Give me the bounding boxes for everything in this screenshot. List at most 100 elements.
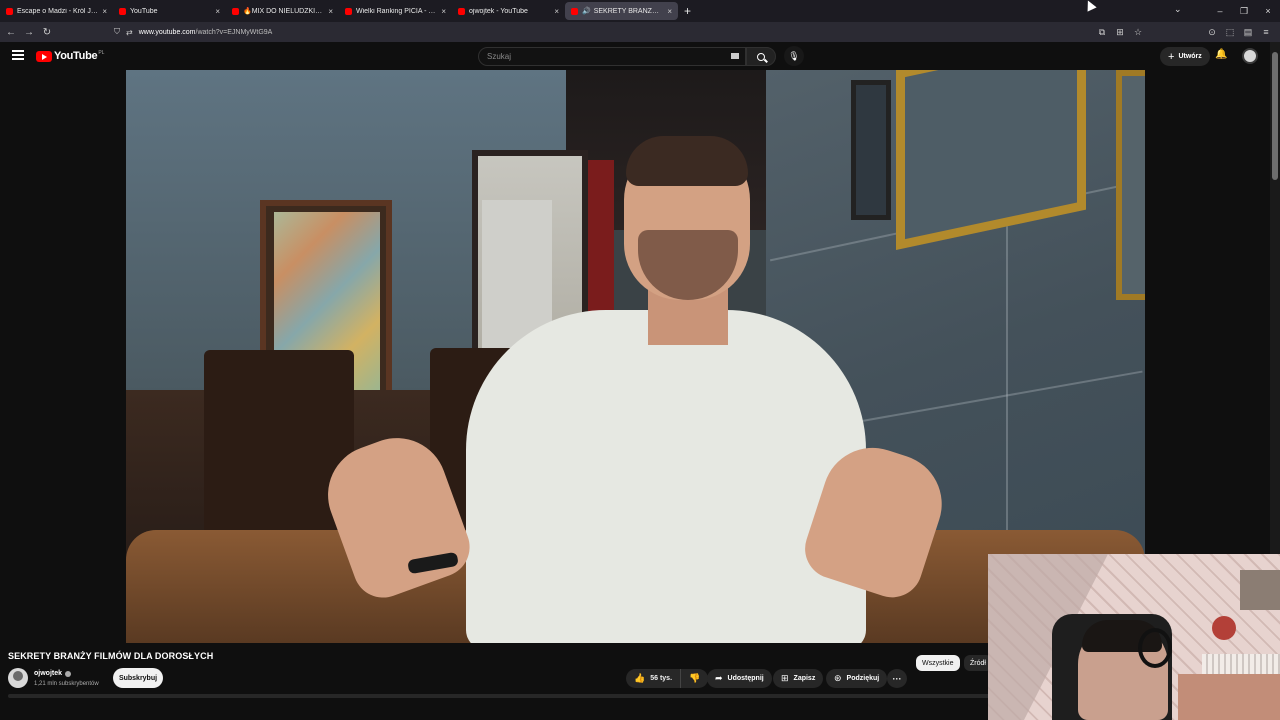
keyboard-icon[interactable]: [731, 53, 739, 59]
browser-tab[interactable]: YouTube ×: [113, 2, 226, 20]
voice-search-button[interactable]: 🎙: [784, 46, 804, 66]
thumbs-up-icon: 👍: [634, 673, 646, 683]
tab-label: 🔥MIX DO NIELUDZKIEJ PRACY: [243, 8, 324, 15]
reload-button[interactable]: ↻: [38, 27, 56, 38]
url-path: /watch?v=EJNMyWtG9A: [195, 28, 273, 36]
video-title: SEKRETY BRANŻY FILMÓW DLA DOROSŁYCH: [8, 651, 214, 661]
channel-avatar[interactable]: [8, 668, 28, 688]
save-button[interactable]: ⊞ Zapisz: [773, 669, 824, 688]
bookmark-star-icon[interactable]: ☆: [1132, 27, 1144, 38]
video-presenter-shirt: [466, 310, 866, 643]
window-controls: – ❐ ×: [1208, 0, 1280, 22]
video-scene-frame: [851, 80, 891, 220]
browser-tab[interactable]: Escape o Madzi - Król Julian & ×: [0, 2, 113, 20]
back-button[interactable]: ←: [2, 27, 20, 38]
url-host: www.youtube.com: [138, 28, 196, 36]
dislike-button[interactable]: 👎: [681, 669, 708, 688]
menu-hamburger-icon[interactable]: [12, 50, 24, 60]
like-button[interactable]: 👍 56 tys.: [626, 669, 682, 688]
search-button[interactable]: [746, 47, 776, 66]
youtube-logo[interactable]: YouTube PL: [36, 50, 104, 62]
chip-all[interactable]: Wszystkie: [916, 655, 960, 671]
search-icon: [757, 52, 765, 61]
webcam-shelf: [1240, 570, 1280, 610]
mic-icon: 🎙: [788, 50, 800, 61]
shield-icon[interactable]: ⛉: [114, 27, 120, 37]
create-button[interactable]: + Utwórz: [1160, 47, 1210, 66]
tab-close-icon[interactable]: ×: [328, 7, 333, 16]
tab-close-icon[interactable]: ×: [215, 7, 220, 16]
like-dislike-group: 👍 56 tys. 👎: [626, 669, 709, 688]
tab-label: YouTube: [130, 7, 158, 15]
browser-tab[interactable]: Wielki Ranking PICIA - CZEGO ×: [339, 2, 452, 20]
share-label: Udostępnij: [727, 675, 764, 682]
tab-close-icon[interactable]: ×: [441, 7, 446, 16]
app-menu-icon[interactable]: ≡: [1260, 27, 1272, 37]
list-tabs-chevron-icon[interactable]: ⌄: [1174, 4, 1182, 15]
tab-label: ojwojtek - YouTube: [469, 7, 528, 15]
tab-close-icon[interactable]: ×: [102, 7, 107, 16]
thanks-icon: ⊛: [834, 673, 842, 683]
youtube-favicon-icon: [6, 7, 13, 15]
youtube-favicon-icon: [458, 7, 465, 15]
logo-text: YouTube: [54, 50, 98, 62]
video-scene-chair: [204, 350, 354, 550]
save-icon: ⊞: [781, 673, 789, 683]
channel-name-row[interactable]: ojwojtek: [34, 670, 72, 677]
description-box-edge: [8, 694, 992, 698]
permissions-icon[interactable]: ⇄: [126, 28, 133, 37]
webcam-overlay: [988, 554, 1280, 720]
subscribe-button[interactable]: Subskrybuj: [113, 668, 163, 688]
account-icon[interactable]: ⊙: [1206, 27, 1218, 38]
tab-label: SEKRETY BRANŻY FILMÓW: [593, 7, 664, 15]
search-input[interactable]: [487, 52, 717, 61]
youtube-favicon-icon: [119, 7, 126, 15]
forward-button[interactable]: →: [20, 27, 38, 38]
youtube-favicon-icon: [232, 7, 239, 15]
thumbs-down-icon: 👎: [689, 673, 701, 683]
picture-in-picture-icon[interactable]: ⧉: [1096, 27, 1108, 38]
thanks-button[interactable]: ⊛ Podziękuj: [826, 669, 888, 688]
browser-tab[interactable]: 🔥MIX DO NIELUDZKIEJ PRACY ×: [226, 2, 339, 20]
video-scene-gold-frame: [1116, 70, 1145, 300]
webcam-bed: [1178, 674, 1280, 720]
close-window-button[interactable]: ×: [1256, 6, 1280, 16]
verified-badge-icon: [65, 670, 72, 677]
notifications-bell-icon[interactable]: 🔔: [1215, 49, 1227, 62]
more-actions-icon[interactable]: ···: [887, 669, 907, 688]
new-tab-button[interactable]: +: [684, 4, 691, 18]
save-label: Zapisz: [793, 675, 816, 682]
browser-tab-active[interactable]: 🔊 SEKRETY BRANŻY FILMÓW ×: [565, 2, 678, 20]
tab-label: Escape o Madzi - Król Julian &: [17, 7, 98, 15]
webcam-lamp: [1212, 616, 1236, 640]
browser-tab[interactable]: ojwojtek - YouTube ×: [452, 2, 565, 20]
browser-nav-bar: ← → ↻ ⛉ ⇄ www.youtube.com /watch?v=EJNMy…: [0, 22, 1280, 42]
create-label: Utwórz: [1178, 53, 1202, 60]
reader-view-icon[interactable]: ⊞: [1114, 27, 1126, 38]
channel-name[interactable]: ojwojtek: [34, 670, 62, 677]
youtube-play-icon: [36, 50, 52, 62]
headset-icon: [1138, 628, 1172, 668]
tab-label: Wielki Ranking PICIA - CZEGO: [356, 7, 438, 15]
extension-icon[interactable]: ⬚: [1224, 27, 1236, 38]
speaker-icon[interactable]: 🔊: [582, 7, 591, 15]
video-presenter-hair: [626, 136, 748, 186]
user-avatar[interactable]: [1242, 48, 1258, 64]
extensions-menu-icon[interactable]: ▤: [1242, 27, 1254, 38]
share-icon: ➦: [715, 673, 723, 683]
browser-toolbar-icons: ⧉ ⊞ ☆ ⊙ ⬚ ▤ ≡: [1096, 24, 1272, 40]
thanks-label: Podziękuj: [846, 675, 880, 682]
restore-button[interactable]: ❐: [1232, 6, 1256, 17]
region-code: PL: [98, 50, 105, 56]
youtube-header: YouTube PL 🎙 + Utwórz 🔔: [0, 42, 1270, 70]
scrollbar-thumb[interactable]: [1272, 52, 1278, 180]
url-bar[interactable]: ⛉ ⇄ www.youtube.com /watch?v=EJNMyWtG9A: [114, 24, 1144, 40]
youtube-favicon-icon: [345, 7, 352, 15]
tab-close-icon[interactable]: ×: [667, 7, 672, 16]
subscriber-count: 1,21 mln subskrybentów: [34, 681, 99, 687]
tab-close-icon[interactable]: ×: [554, 7, 559, 16]
like-count: 56 tys.: [650, 675, 673, 682]
minimize-button[interactable]: –: [1208, 6, 1232, 16]
share-button[interactable]: ➦ Udostępnij: [707, 669, 772, 688]
search-box: [478, 47, 746, 66]
